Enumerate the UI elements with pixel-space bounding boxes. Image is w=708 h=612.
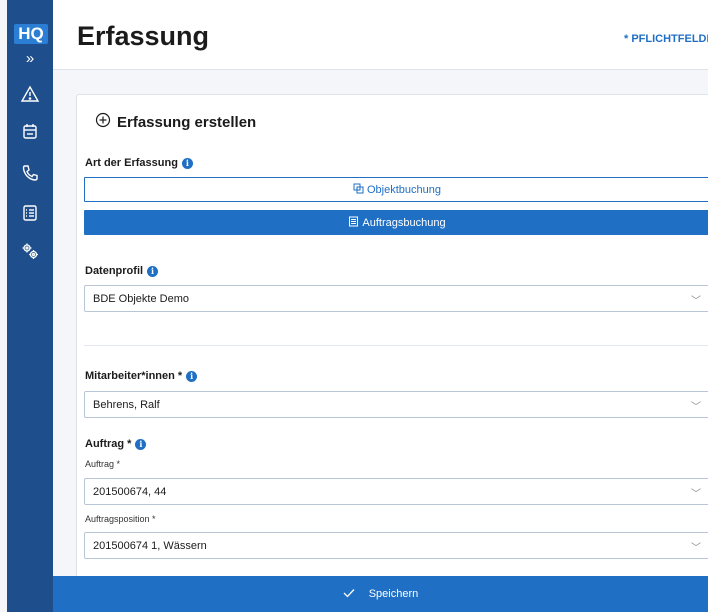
auftrag-section-label: Auftrag * i (85, 438, 147, 450)
info-icon[interactable]: i (147, 265, 159, 277)
required-fields-note: * PFLICHTFELDER (624, 33, 708, 45)
info-icon[interactable]: i (181, 157, 193, 169)
auftrag-field-label: Auftrag * (85, 459, 121, 469)
chevron-down-icon: ﹀ (691, 296, 701, 307)
form-title-text: Erfassung erstellen (117, 113, 257, 131)
mitarbeiter-label-text: Mitarbeiter*innen * (85, 370, 183, 382)
auftragsbuchung-button[interactable]: Auftragsbuchung (84, 210, 708, 235)
chevron-down-icon: ﹀ (691, 543, 701, 554)
copy-icon (353, 183, 364, 197)
mitarbeiter-label: Mitarbeiter*innen * i (85, 370, 198, 382)
auftrag-select[interactable]: 201500674, 44 ﹀ (84, 478, 708, 505)
checkmark-icon (343, 588, 355, 601)
save-button[interactable]: Speichern (53, 576, 708, 612)
auftragsposition-select[interactable]: 201500674 1, Wässern ﹀ (84, 532, 708, 559)
save-label: Speichern (368, 588, 419, 600)
mitarbeiter-value: Behrens, Ralf (93, 398, 160, 411)
auftragsposition-value: 201500674 1, Wässern (93, 539, 207, 552)
list-doc-icon (348, 216, 359, 230)
form-card: Erfassung erstellen Art der Erfassung i … (76, 94, 708, 594)
auftragsposition-field-label: Auftragsposition * (85, 514, 156, 524)
phone-icon[interactable] (20, 163, 40, 183)
info-icon[interactable]: i (186, 370, 198, 382)
sidebar: HQ » (7, 0, 53, 612)
art-der-erfassung-label: Art der Erfassung i (85, 157, 193, 169)
datenprofil-value: BDE Objekte Demo (93, 292, 189, 305)
expand-sidebar-icon[interactable]: » (7, 50, 53, 68)
auftrag-value: 201500674, 44 (93, 485, 167, 498)
settings-gears-icon[interactable] (20, 241, 40, 261)
checklist-icon[interactable] (20, 203, 40, 223)
calendar-icon[interactable] (20, 121, 40, 141)
datenprofil-label: Datenprofil i (85, 265, 159, 277)
app-logo[interactable]: HQ (14, 24, 48, 44)
datenprofil-label-text: Datenprofil (85, 265, 144, 277)
page-header: Erfassung * PFLICHTFELDER (53, 0, 708, 70)
objektbuchung-button[interactable]: Objektbuchung (84, 177, 708, 202)
art-label-text: Art der Erfassung (85, 157, 178, 169)
datenprofil-select[interactable]: BDE Objekte Demo ﹀ (84, 285, 708, 312)
objektbuchung-label: Objektbuchung (367, 183, 441, 196)
warning-triangle-icon[interactable] (20, 84, 40, 104)
form-title: Erfassung erstellen (95, 112, 256, 132)
info-icon[interactable]: i (135, 438, 147, 450)
section-divider (84, 345, 708, 346)
auftragsbuchung-label: Auftragsbuchung (362, 216, 446, 229)
plus-circle-icon (95, 112, 111, 132)
page-title: Erfassung (77, 21, 210, 51)
mitarbeiter-select[interactable]: Behrens, Ralf ﹀ (84, 391, 708, 418)
auftrag-section-label-text: Auftrag * (85, 438, 132, 450)
chevron-down-icon: ﹀ (691, 489, 701, 500)
chevron-down-icon: ﹀ (691, 402, 701, 413)
